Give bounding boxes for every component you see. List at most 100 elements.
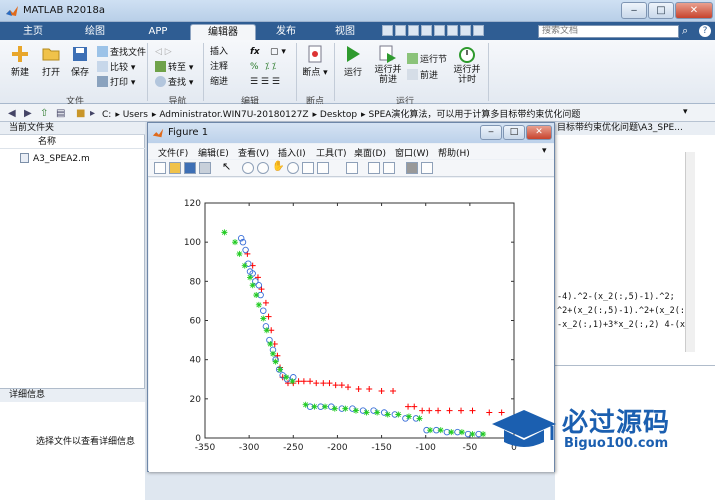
tab-publish[interactable]: 发布 [258,24,314,40]
x-tick-label: -200 [327,443,348,453]
back-arrow-icon[interactable]: ◀ [8,108,16,119]
brush-icon[interactable] [317,162,329,174]
print-button[interactable]: 打印 ▾ [97,76,135,89]
advance-button[interactable]: 前进 [407,69,438,82]
run-and-advance-button[interactable]: 运行并 前进 [372,45,404,85]
copy-icon[interactable] [408,25,419,36]
run-button[interactable]: 运行 [339,45,367,78]
pan-hand-icon[interactable]: ✋ [272,162,284,174]
menu-tools[interactable]: 工具(T) [316,146,347,159]
rotate-3d-icon[interactable] [287,162,299,174]
m-file-icon [20,153,29,163]
print-figure-icon[interactable] [199,162,211,174]
tab-home[interactable]: 主页 [8,24,58,40]
fx-button[interactable]: fx [250,46,260,59]
printer-icon [97,76,108,87]
data-point-star [416,415,423,422]
undo-icon[interactable] [434,25,445,36]
data-cursor-icon[interactable] [302,162,314,174]
switch-window-icon[interactable] [460,25,471,36]
comment-button[interactable]: 注释 [210,61,228,74]
indent-button[interactable]: 缩进 [210,76,228,89]
goto-button[interactable]: 转至 ▾ [155,61,193,74]
insert-button[interactable]: 插入 [210,46,228,59]
figure-minimize-button[interactable]: ‒ [480,125,502,140]
address-bar: ◀ ▶ ⇧ ▤ ■ ▸ C: ▸ Users ▸ Administrator.WIN… [0,104,715,122]
figure-close-button[interactable]: ✕ [526,125,552,140]
code-line[interactable]: -x_2(:,1)+3*x_2(:,2) 4-(x_ [557,320,690,330]
breadcrumb-segment[interactable]: C: [102,110,111,120]
editor-file-tab[interactable]: 目标带约束优化问题\A3_SPE... [555,122,715,135]
data-point-star [331,405,338,412]
redo-icon[interactable] [447,25,458,36]
new-button[interactable]: 新建 [6,45,34,78]
name-column-header[interactable]: 名称 [0,136,145,149]
cut-icon[interactable] [395,25,406,36]
help-icon[interactable] [473,25,484,36]
minimize-button[interactable]: ‒ [621,2,647,19]
show-plot-tools-icon[interactable] [421,162,433,174]
pointer-icon[interactable]: ↖ [222,161,234,174]
forward-arrow-icon[interactable]: ▶ [24,108,32,119]
comment-percent-button[interactable]: % [250,61,259,74]
hide-plot-tools-icon[interactable] [406,162,418,174]
list-item[interactable]: A3_SPEA2.m [20,153,90,164]
question-icon[interactable]: ? [699,25,711,37]
insert-colorbar-icon[interactable] [368,162,380,174]
axes-box [204,202,515,439]
menu-insert[interactable]: 插入(I) [278,146,306,159]
code-line[interactable]: ^2+(x_2(:,5)-1).^2+(x_2(:, [557,306,690,316]
editor-scrollbar[interactable] [685,152,695,352]
link-plot-icon[interactable] [346,162,358,174]
compare-button[interactable]: 比较 ▾ [97,61,135,74]
up-folder-icon[interactable]: ⇧ [40,108,48,119]
search-input[interactable]: 搜索文档 [538,25,679,38]
zoom-out-icon[interactable] [257,162,269,174]
search-icon[interactable]: ⌕ [682,24,696,38]
save-icon[interactable] [382,25,393,36]
save-button[interactable]: 保存 [66,45,94,78]
new-figure-icon[interactable] [154,162,166,174]
chevron-down-icon[interactable]: ▾ [683,107,688,117]
menu-file[interactable]: 文件(F) [158,146,188,159]
details-panel: 详细信息 选择文件以查看详细信息 [0,388,145,500]
current-folder-header: 当前文件夹 [0,122,145,135]
menu-dock-icon[interactable]: ▾ [542,146,547,156]
find-button[interactable]: 查找 ▾ [155,76,193,89]
menu-desktop[interactable]: 桌面(D) [354,146,386,159]
run-and-time-button[interactable]: 运行并 计时 [451,45,483,85]
save-figure-icon[interactable] [184,162,196,174]
menu-edit[interactable]: 编辑(E) [198,146,229,159]
uncomment-icon[interactable]: ⁒ ⁒ [265,61,276,74]
run-section-button[interactable]: 运行节 [407,53,447,66]
figure-maximize-button[interactable]: □ [503,125,525,140]
breadcrumb-segment[interactable]: Administrator.WIN7U-20180127Z [159,110,308,120]
data-point-star [263,327,270,334]
browse-folder-icon[interactable]: ▤ [56,108,65,119]
breadcrumb-segment[interactable]: Users [123,110,148,120]
breadcrumb-segment[interactable]: Desktop [320,110,357,120]
tab-editor[interactable]: 编辑器 [190,24,256,40]
breakpoints-button[interactable]: 断点 ▾ [301,45,329,78]
indent-icons[interactable]: ☰ ☰ ☰ [250,76,280,89]
code-line[interactable]: -4).^2-(x_2(:,5)-1).^2; [557,292,675,302]
zoom-in-icon[interactable] [242,162,254,174]
back-forward-buttons[interactable]: ◁ ▷ [155,46,172,59]
current-folder-panel: 当前文件夹 名称 A3_SPEA2.m [0,122,145,388]
menu-help[interactable]: 帮助(H) [438,146,470,159]
maximize-button[interactable]: □ [648,2,674,19]
menu-window[interactable]: 窗口(W) [395,146,429,159]
paste-icon[interactable] [421,25,432,36]
open-file-icon[interactable] [169,162,181,174]
open-button[interactable]: 打开 [37,45,65,78]
breadcrumb-segment[interactable]: SPEA演化算法，可以用于计算多目标带约束优化问题 [368,110,580,120]
find-files-button[interactable]: 查找文件 [97,46,146,59]
tab-plots[interactable]: 绘图 [66,24,124,40]
close-button[interactable]: ✕ [675,2,713,19]
tab-view[interactable]: 视图 [318,24,372,40]
insert-dropdown-icon[interactable]: ▢ ▾ [270,46,286,59]
editor-ribbon: 新建 打开 保存 查找文件 比较 ▾ 打印 ▾ 文件 ◁ ▷ 转至 ▾ 查找 ▾… [0,40,715,107]
menu-view[interactable]: 查看(V) [238,146,269,159]
insert-legend-icon[interactable] [383,162,395,174]
tab-apps[interactable]: APP [130,24,186,40]
